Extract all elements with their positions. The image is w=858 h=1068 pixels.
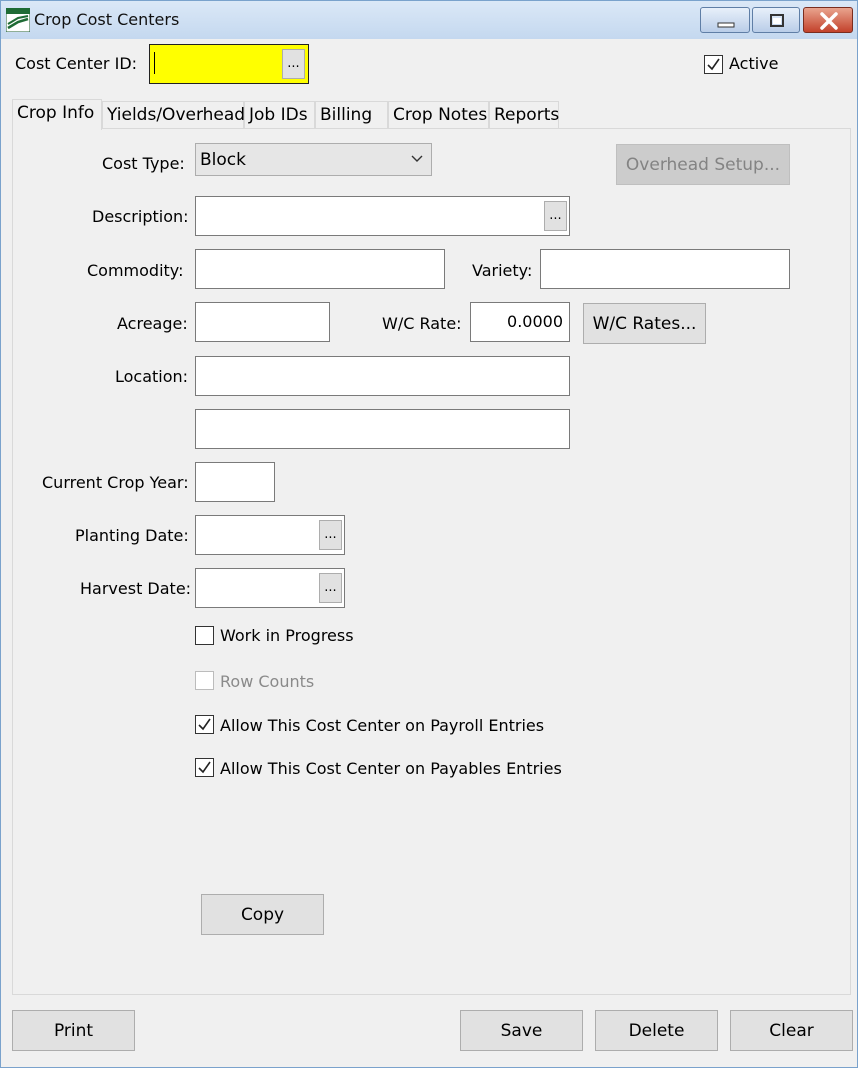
cost-type-label: Cost Type: [102,154,185,173]
restore-icon [770,14,784,27]
planting-date-field[interactable]: ... [195,515,345,555]
location-line1-field[interactable] [195,356,570,396]
wc-rates-button[interactable]: W/C Rates... [583,303,706,344]
print-button[interactable]: Print [12,1010,135,1051]
planting-date-label: Planting Date: [75,526,189,545]
delete-button[interactable]: Delete [595,1010,718,1051]
copy-button[interactable]: Copy [201,894,324,935]
acreage-label: Acreage: [117,314,188,333]
allow-payroll-label: Allow This Cost Center on Payroll Entrie… [220,716,545,735]
location-label: Location: [115,367,189,386]
title-bar[interactable]: Crop Cost Centers [1,1,857,39]
description-field[interactable]: ... [195,196,570,236]
allow-payables-checkbox[interactable] [195,758,214,777]
window-title: Crop Cost Centers [34,10,180,29]
tab-crop-notes[interactable]: Crop Notes [388,101,489,129]
minimize-icon [717,22,735,28]
allow-payroll-checkbox[interactable] [195,715,214,734]
harvest-date-picker-button[interactable]: ... [319,573,342,603]
location-line2-field[interactable] [195,409,570,449]
active-label: Active [729,54,779,73]
tab-billing[interactable]: Billing [315,101,388,129]
harvest-date-label: Harvest Date: [80,579,192,598]
commodity-label: Commodity: [87,261,184,280]
cost-center-lookup-button[interactable]: ... [282,49,305,79]
commodity-field[interactable] [195,249,445,289]
checkmark-icon [707,58,720,71]
active-checkbox[interactable] [704,55,723,74]
cost-center-id-field[interactable]: ... [149,44,309,84]
wc-rate-value: 0.0000 [507,312,563,331]
tab-yields-overhead[interactable]: Yields/Overhead [102,101,245,129]
description-lookup-button[interactable]: ... [544,201,567,231]
close-button[interactable] [803,7,853,33]
cost-center-id-label: Cost Center ID: [15,54,138,73]
current-crop-year-label: Current Crop Year: [42,473,189,492]
chevron-down-icon [411,155,423,162]
row-counts-label: Row Counts [220,672,315,691]
planting-date-picker-button[interactable]: ... [319,520,342,550]
overhead-setup-button[interactable]: Overhead Setup... [616,144,790,185]
row-counts-checkbox[interactable] [195,671,214,690]
work-in-progress-label: Work in Progress [220,626,354,645]
checkmark-icon [198,761,211,774]
cost-type-select[interactable]: Block [195,143,432,176]
current-crop-year-field[interactable] [195,462,275,502]
harvest-date-field[interactable]: ... [195,568,345,608]
clear-button[interactable]: Clear [730,1010,853,1051]
wc-rate-field[interactable]: 0.0000 [470,302,570,342]
maximize-button[interactable] [752,7,800,33]
work-in-progress-checkbox[interactable] [195,626,214,645]
description-label: Description: [92,207,189,226]
checkmark-icon [198,718,211,731]
text-cursor [154,52,155,74]
save-button[interactable]: Save [460,1010,583,1051]
minimize-button[interactable] [700,7,750,33]
acreage-field[interactable] [195,302,330,342]
variety-field[interactable] [540,249,790,289]
crop-cost-centers-window: Crop Cost Centers Cost Center ID: ... Ac… [0,0,858,1068]
close-icon [820,12,838,30]
allow-payables-label: Allow This Cost Center on Payables Entri… [220,759,562,778]
variety-label: Variety: [472,261,533,280]
tab-job-ids[interactable]: Job IDs [244,101,315,129]
cost-type-value: Block [200,150,246,170]
wc-rate-label: W/C Rate: [382,314,462,333]
tab-reports[interactable]: Reports [489,101,559,129]
tab-crop-info[interactable]: Crop Info [12,99,102,130]
app-logo-icon [5,7,31,33]
